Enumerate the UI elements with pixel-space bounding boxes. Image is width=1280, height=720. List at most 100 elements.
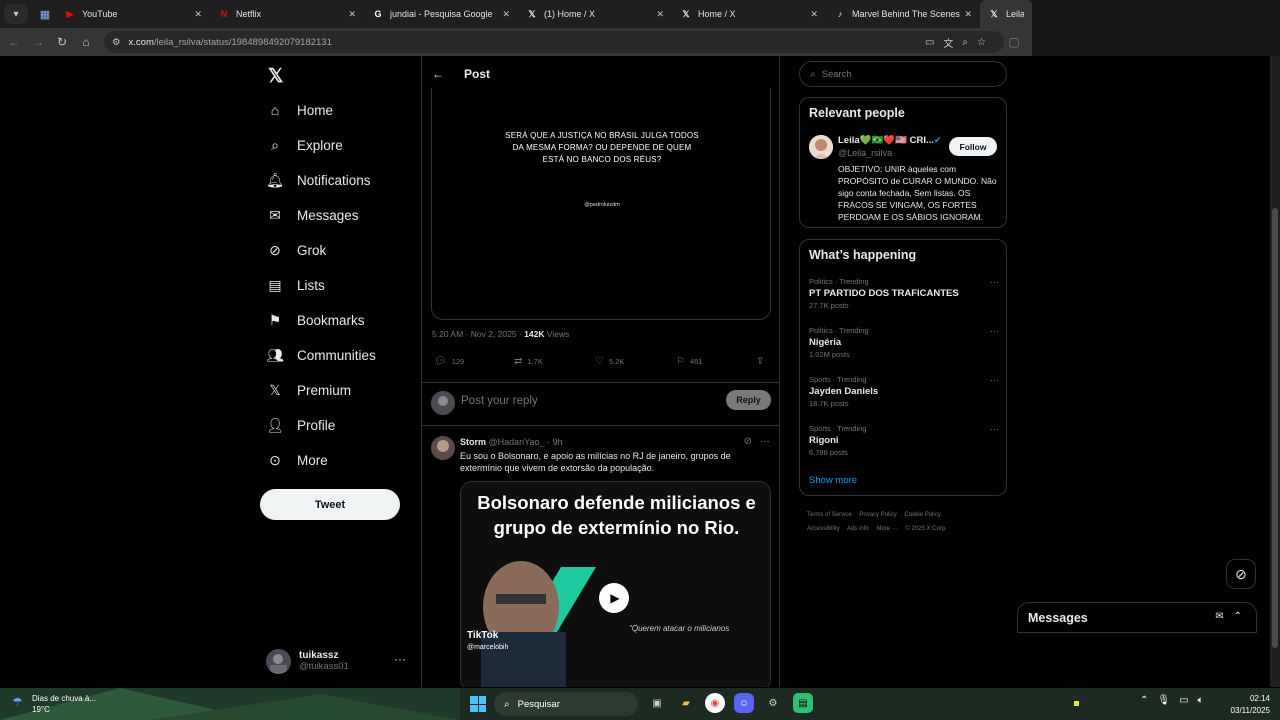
back-arrow-icon[interactable]: ← xyxy=(2,30,26,54)
browser-tab-google[interactable]: G jundiai - Pesquisa Google ✕ xyxy=(364,0,518,28)
nav-item-premium[interactable]: 𝕏 Premium xyxy=(267,375,351,405)
reply-action[interactable]: 💬︎ 129 xyxy=(434,356,464,367)
nav-item-messages[interactable]: ✉ Messages xyxy=(267,200,358,230)
footer-link[interactable]: Cookie Policy xyxy=(904,512,940,518)
nav-item-notifications[interactable]: 🔔︎ Notifications xyxy=(266,165,370,195)
footer-link[interactable]: More ··· xyxy=(876,526,897,532)
nav-item-more[interactable]: ⊙ More xyxy=(267,445,328,475)
scrollbar-thumb[interactable] xyxy=(1272,208,1278,648)
browser-tab-youtube[interactable]: ▶ YouTube ✕ xyxy=(56,0,210,28)
footer-link[interactable]: Ads info xyxy=(847,526,869,532)
translate-icon[interactable]: 文 xyxy=(943,35,953,50)
messages-drawer[interactable]: Messages ✉ ⌃ xyxy=(1017,602,1257,633)
tab-groups-icon[interactable]: ▦ xyxy=(34,4,56,24)
reply-tweet[interactable]: Storm @HadariYao_ · 9h ⊘ ··· Eu sou o Bo… xyxy=(422,428,780,687)
repost-action[interactable]: ⇄ 1.7K xyxy=(514,356,543,367)
more-dots-icon[interactable]: ··· xyxy=(990,375,999,385)
reply-video[interactable]: Bolsonaro defende milicianos e grupo de … xyxy=(460,481,771,687)
site-info-icon[interactable]: ⚙ xyxy=(112,37,121,48)
microphone-icon[interactable]: 🎙︎ xyxy=(1157,695,1170,706)
bookmark-action[interactable]: ⚐ 461 xyxy=(676,356,702,367)
close-icon[interactable]: ✕ xyxy=(964,9,972,20)
browser-tab-active[interactable]: 𝕏 Leila xyxy=(980,0,1032,28)
reply-author-name[interactable]: Storm xyxy=(460,437,486,447)
close-icon[interactable]: ✕ xyxy=(810,9,818,20)
tweet-button[interactable]: Tweet xyxy=(260,489,400,520)
nav-item-home[interactable]: ⌂ Home xyxy=(267,95,333,125)
address-bar[interactable]: ⚙ x.com/leila_rsilva/status/198489849207… xyxy=(104,31,1004,53)
taskbar-search[interactable]: ⌕ Pesquisar xyxy=(494,692,638,716)
trend-item[interactable]: Politics · Trending Nigéria 1.02M posts … xyxy=(809,326,999,359)
steam-icon[interactable]: ⚙ xyxy=(763,693,783,713)
weather-widget[interactable]: ☂ Dias de chuva à... 19°C xyxy=(12,693,96,715)
install-app-icon[interactable]: ▭ xyxy=(925,37,934,48)
trend-item[interactable]: Politics · Trending PT PARTIDO DOS TRAFI… xyxy=(809,277,999,310)
reload-icon[interactable]: ↻ xyxy=(50,30,74,54)
grok-floating-icon[interactable]: ⊘ xyxy=(1226,559,1256,589)
close-icon[interactable]: ✕ xyxy=(348,9,356,20)
share-action[interactable]: ⇪ xyxy=(756,356,769,367)
footer-link[interactable]: Privacy Policy xyxy=(859,512,896,518)
post-timestamp[interactable]: 5:20 AM · Nov 2, 2025 · xyxy=(432,329,524,339)
nav-item-explore[interactable]: ⌕ Explore xyxy=(267,130,343,160)
x-logo-icon[interactable]: 𝕏 xyxy=(268,65,283,88)
footer-link[interactable]: Accessibility xyxy=(807,526,840,532)
more-dots-icon[interactable]: ··· xyxy=(394,652,406,666)
browser-tab-x-home-1[interactable]: 𝕏 (1) Home / X ✕ xyxy=(518,0,672,28)
close-icon[interactable]: ✕ xyxy=(194,9,202,20)
page-scrollbar[interactable] xyxy=(1270,56,1280,687)
nav-item-bookmarks[interactable]: ⚑ Bookmarks xyxy=(267,305,365,335)
trend-item[interactable]: Sports · Trending Rigoni 6,786 posts ··· xyxy=(809,424,999,457)
volume-icon[interactable]: 🔈︎ xyxy=(1198,695,1204,706)
like-action[interactable]: ♡ 5.2K xyxy=(595,356,624,367)
close-icon[interactable]: ✕ xyxy=(656,9,664,20)
network-icon[interactable]: ▭ xyxy=(1179,695,1188,706)
forward-arrow-icon[interactable]: → xyxy=(26,30,50,54)
tab-search-button[interactable]: ▾ xyxy=(4,4,28,24)
new-message-icon[interactable]: ✉ xyxy=(1215,611,1223,622)
expand-icon[interactable]: ⌃ xyxy=(1234,611,1242,622)
chevron-up-icon[interactable]: ⌃ xyxy=(1140,695,1148,706)
taskbar-clock[interactable]: 02:14 03/11/2025 xyxy=(1228,693,1270,717)
file-explorer-icon[interactable]: ▰ xyxy=(676,693,696,713)
more-dots-icon[interactable]: ··· xyxy=(760,436,770,447)
extensions-icon[interactable]: ▢ xyxy=(1002,30,1026,54)
search-input[interactable]: ⌕ Search xyxy=(799,61,1007,87)
more-dots-icon[interactable]: ··· xyxy=(990,424,999,434)
avatar[interactable] xyxy=(431,436,455,460)
discord-icon[interactable]: ☺ xyxy=(734,693,754,713)
account-switcher[interactable]: tuikassz @tuikass01 ··· xyxy=(266,646,416,676)
chrome-icon[interactable]: ◉ xyxy=(705,693,725,713)
avatar[interactable] xyxy=(809,135,833,159)
more-dots-icon[interactable]: ··· xyxy=(990,277,999,287)
browser-tab-x-home-2[interactable]: 𝕏 Home / X ✕ xyxy=(672,0,826,28)
show-more-link[interactable]: Show more xyxy=(809,475,857,486)
task-view-icon[interactable]: ▣ xyxy=(647,693,667,713)
grok-icon[interactable]: ⊘ xyxy=(744,436,752,447)
browser-tab-tiktok[interactable]: ♪ Marvel Behind The Scenes: Le ✕ xyxy=(826,0,980,28)
page-title: Post xyxy=(464,67,491,81)
follow-button[interactable]: Follow xyxy=(949,137,997,156)
zoom-icon[interactable]: ⌕ xyxy=(962,37,968,48)
home-icon[interactable]: ⌂ xyxy=(74,30,98,54)
nav-item-communities[interactable]: 👥︎ Communities xyxy=(266,340,376,370)
trend-item[interactable]: Sports · Trending Jayden Daniels 18.7K p… xyxy=(809,375,999,408)
reply-author-handle[interactable]: @HadariYao_ · 9h xyxy=(486,437,563,447)
browser-tab-netflix[interactable]: N Netflix ✕ xyxy=(210,0,364,28)
play-icon[interactable]: ▶ xyxy=(599,583,629,613)
footer-link[interactable]: Terms of Service xyxy=(807,512,852,518)
post-image[interactable]: SERÁ QUE A JUSTIÇA NO BRASIL JULGA TODOS… xyxy=(431,88,771,320)
more-dots-icon[interactable]: ··· xyxy=(990,326,999,336)
app-icon[interactable]: ▤ xyxy=(793,693,813,713)
reply-input[interactable]: Post your reply xyxy=(461,395,538,407)
back-arrow-icon[interactable]: ← xyxy=(432,67,446,81)
bookmark-star-icon[interactable]: ☆ xyxy=(977,37,986,48)
windows-start-icon[interactable] xyxy=(470,696,486,712)
reply-button[interactable]: Reply xyxy=(726,390,771,410)
person-handle[interactable]: @Leila_rsilva xyxy=(838,148,892,158)
close-icon[interactable]: ✕ xyxy=(502,9,510,20)
nav-item-grok[interactable]: ⊘ Grok xyxy=(267,235,326,265)
nav-item-profile[interactable]: 👤︎ Profile xyxy=(266,410,335,440)
person-name[interactable]: Leila💚🇧🇷❤️🇺🇸 CRI... xyxy=(838,135,934,146)
nav-item-lists[interactable]: ▤ Lists xyxy=(267,270,324,300)
